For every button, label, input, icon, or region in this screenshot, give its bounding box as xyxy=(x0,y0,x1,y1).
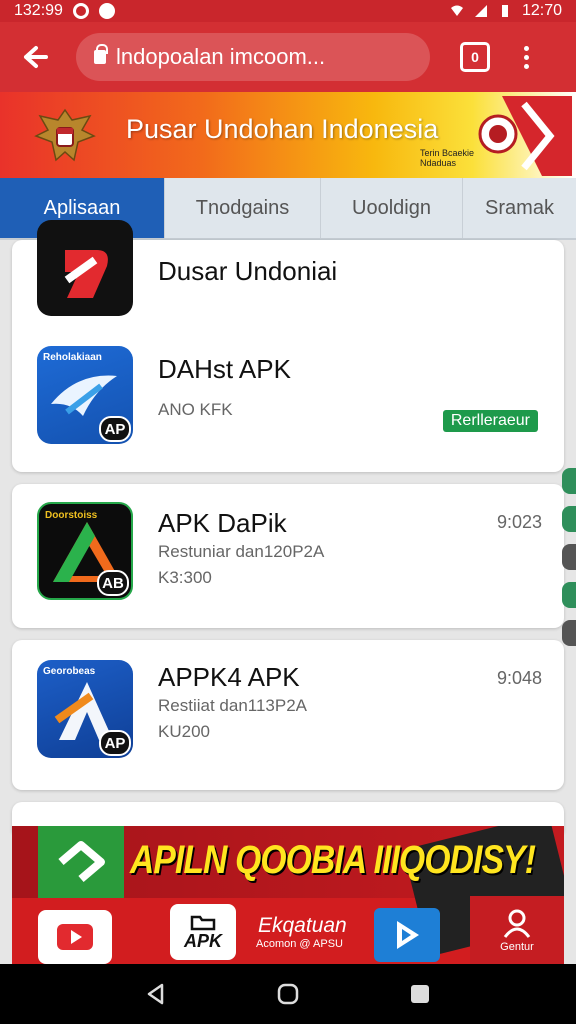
status-badge[interactable]: Rerlleraeur xyxy=(442,410,538,432)
app-version: 9:048 xyxy=(496,668,542,688)
account-label: Gentur xyxy=(500,941,534,953)
garuda-emblem-icon xyxy=(34,108,96,162)
download-sublabel: Acomon @ APSU xyxy=(256,938,343,950)
scroll-handle[interactable] xyxy=(562,620,576,646)
tabs-button[interactable]: 0 xyxy=(460,42,490,72)
tab-count: 0 xyxy=(471,49,479,65)
nav-back-icon[interactable] xyxy=(144,982,168,1006)
flag-badge-icon xyxy=(478,96,572,176)
promo-title: APILN QOOBIA IIIQODISY! xyxy=(130,838,536,882)
signal-icon xyxy=(474,5,487,17)
notification-icon xyxy=(98,3,115,19)
ap-badge: AP xyxy=(99,416,131,442)
app-icon-dahst[interactable]: Reholakiaan AP xyxy=(37,346,133,444)
app-card[interactable]: Doorstoiss AB APK DaPik Restuniar dan120… xyxy=(12,484,564,628)
status-left: 132:99 xyxy=(14,2,115,20)
scroll-handle[interactable] xyxy=(562,582,576,608)
chevron-right-icon xyxy=(58,841,105,883)
play-store-icon xyxy=(397,921,419,949)
app-subtitle: Restuniar dan120P2A xyxy=(158,542,325,561)
app-name: APPK4 APK xyxy=(158,662,300,692)
promo-arrow-icon xyxy=(38,826,124,898)
hero-banner: Pusar Undohan Indonesia Terin Bcaekie Nd… xyxy=(0,92,576,178)
hero-subtitle: Terin Bcaekie Ndaduas xyxy=(420,148,475,168)
hero-title: Pusar Undohan Indonesia xyxy=(126,114,439,144)
scroll-handle[interactable] xyxy=(562,544,576,570)
status-right: 12:70 xyxy=(450,2,562,20)
overflow-menu-button[interactable] xyxy=(524,45,529,69)
status-time-left: 132:99 xyxy=(14,2,63,19)
tab-uooldign[interactable]: Uooldign xyxy=(321,178,463,238)
nav-home-icon[interactable] xyxy=(276,982,300,1006)
app-icon-appk4[interactable]: Georobeas AP xyxy=(37,660,133,758)
apk-button[interactable]: APK xyxy=(170,904,236,960)
battery-icon xyxy=(501,5,508,17)
app-name: APK DaPik xyxy=(158,508,287,538)
promo-banner[interactable]: APILN QOOBIA IIIQODISY! APK Ekqatuan Aco… xyxy=(12,826,564,964)
side-scroll-handles[interactable] xyxy=(562,468,576,658)
wifi-icon xyxy=(450,5,463,16)
app-card[interactable]: Georobeas AP APPK4 APK Restiiat dan113P2… xyxy=(12,640,564,790)
app-name: Dusar Undoniai xyxy=(158,256,338,286)
apk-label: APK xyxy=(183,930,222,951)
menu-dot xyxy=(524,45,529,51)
app-subtitle: Restiiat dan113P2A xyxy=(158,696,308,715)
tab-sramak[interactable]: Sramak xyxy=(463,178,576,238)
scroll-handle[interactable] xyxy=(562,506,576,532)
browser-toolbar: lndopoalan imcoom... 0 xyxy=(0,22,576,92)
app-size: K3:300 xyxy=(158,568,212,587)
record-icon xyxy=(72,3,89,19)
url-field[interactable]: lndopoalan imcoom... xyxy=(76,33,430,81)
play-icon xyxy=(57,924,93,950)
status-time-right: 12:70 xyxy=(521,2,562,19)
tab-tnodgains[interactable]: Tnodgains xyxy=(165,178,321,238)
red-b-logo-icon xyxy=(64,250,108,298)
app-icon-dusar[interactable] xyxy=(37,220,133,316)
lock-icon xyxy=(94,44,108,64)
app-version: 9:023 xyxy=(496,512,542,532)
nav-recents-icon[interactable] xyxy=(408,982,432,1006)
scroll-handle[interactable] xyxy=(562,468,576,494)
app-subtitle: ANO KFK xyxy=(158,400,233,419)
back-arrow-icon xyxy=(24,46,48,68)
app-icon-apk-dapik[interactable]: Doorstoiss AB xyxy=(37,502,133,600)
back-button[interactable] xyxy=(14,35,58,79)
system-nav-bar xyxy=(0,964,576,1024)
ap-badge: AB xyxy=(97,570,129,596)
menu-dot xyxy=(524,54,529,60)
ap-badge: AP xyxy=(99,730,131,756)
app-card-group: Dusar Undoniai Reholakiaan AP DAHst APK … xyxy=(12,220,564,472)
video-play-icon[interactable] xyxy=(38,910,112,964)
account-button[interactable]: Gentur xyxy=(470,896,564,964)
url-text: lndopoalan imcoom... xyxy=(116,44,326,69)
app-size: KU200 xyxy=(158,722,210,741)
menu-dot xyxy=(524,63,529,69)
user-icon xyxy=(503,909,531,938)
play-store-button[interactable] xyxy=(374,908,440,962)
download-label: Ekqatuan xyxy=(258,914,347,937)
app-name: DAHst APK xyxy=(158,354,291,384)
status-bar: 132:99 12:70 xyxy=(0,0,576,22)
folder-icon xyxy=(190,915,216,930)
